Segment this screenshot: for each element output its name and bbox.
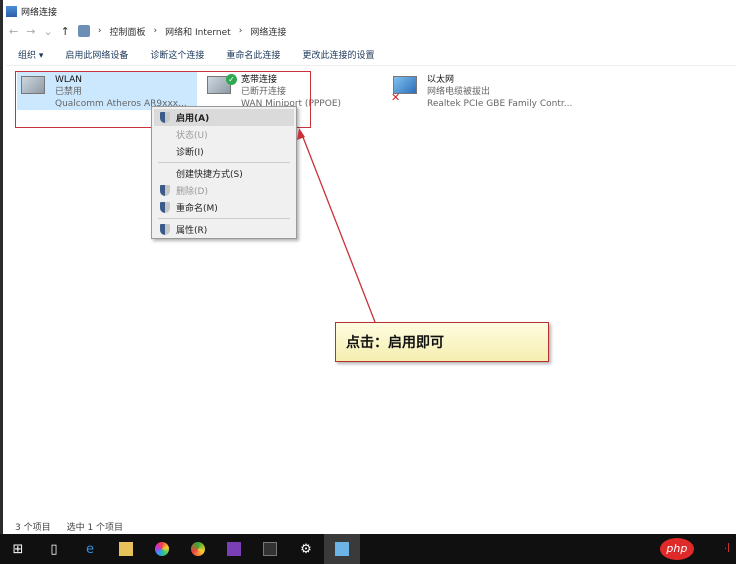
network-connections-taskbar-icon[interactable] [324,534,360,564]
app-chrome-like-icon[interactable] [180,534,216,564]
edge-browser-icon[interactable]: e [72,534,108,564]
status-bar: 3 个项目 选中 1 个项目 [15,520,123,533]
task-view-icon[interactable]: ▯ [36,534,72,564]
tray-icon[interactable]: ·ꟾ [724,544,730,555]
annotation-arrow [297,128,376,323]
visual-studio-icon[interactable] [216,534,252,564]
taskbar: ⊞ ▯ e ⚙ php ·ꟾ [0,534,736,564]
item-count: 3 个项目 [15,523,51,533]
app-colorful-icon[interactable] [144,534,180,564]
selected-count: 选中 1 个项目 [66,523,124,533]
file-explorer-icon[interactable] [108,534,144,564]
terminal-icon[interactable] [252,534,288,564]
annotation-callout: 点击：启用即可 [335,322,549,362]
explorer-window: 网络连接 ← → ⌄ ↑ › 控制面板 › 网络和 Internet › 网络连接 组… [0,0,736,534]
start-windows-icon[interactable]: ⊞ [0,534,36,564]
settings-gear-icon[interactable]: ⚙ [288,534,324,564]
php-watermark: php [659,538,694,560]
